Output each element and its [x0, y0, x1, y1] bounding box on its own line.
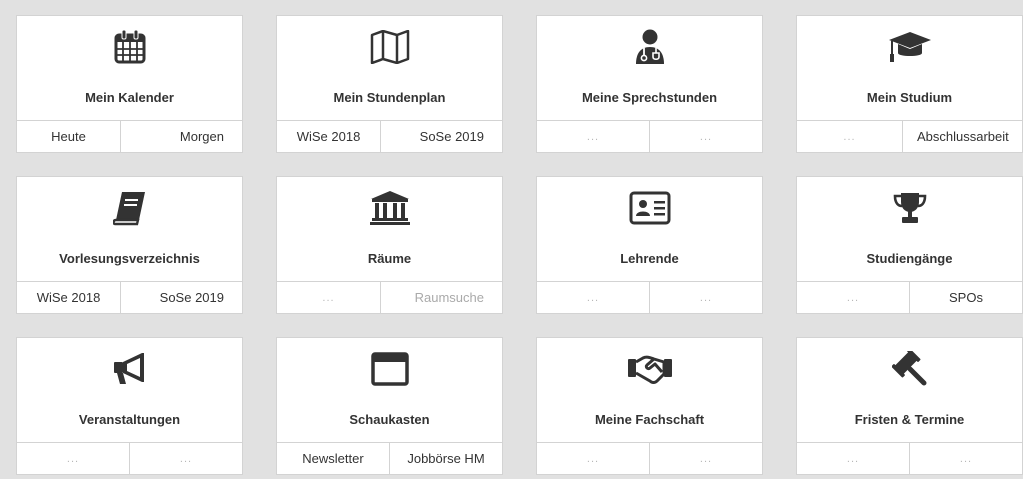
tile-vorlesungsverzeichnis: Vorlesungsverzeichnis WiSe 2018 SoSe 201…: [16, 176, 243, 314]
tile-title: Räume: [367, 251, 412, 266]
tile-lehrende-header[interactable]: Lehrende: [537, 177, 762, 282]
tile-raeume: Räume ... Raumsuche: [276, 176, 503, 314]
tile-links: ... Raumsuche: [277, 282, 502, 313]
tile-title: Mein Stundenplan: [333, 90, 446, 105]
link-wise-2018[interactable]: WiSe 2018: [277, 121, 381, 152]
tile-links: ... ...: [537, 121, 762, 152]
calendar-icon: [113, 28, 147, 66]
tile-mein-stundenplan-header[interactable]: Mein Stundenplan: [277, 16, 502, 121]
tile-grid: Mein Kalender Heute Morgen Mein Stundenp…: [16, 15, 1023, 475]
tile-studiengaenge: Studiengänge ... SPOs: [796, 176, 1023, 314]
link-abschlussarbeit[interactable]: Abschlussarbeit: [903, 121, 1022, 152]
gavel-icon: [891, 350, 928, 388]
link-placeholder[interactable]: ...: [797, 282, 910, 313]
link-placeholder[interactable]: ...: [650, 443, 762, 474]
tile-title: Fristen & Termine: [854, 412, 965, 427]
tile-title: Studiengänge: [866, 251, 953, 266]
megaphone-icon: [112, 350, 148, 388]
tile-title: Mein Kalender: [85, 90, 174, 105]
dashboard-viewport: Mein Kalender Heute Morgen Mein Stundenp…: [8, 6, 1023, 479]
book-icon: [112, 189, 147, 227]
tile-links: ... ...: [797, 443, 1022, 474]
link-placeholder[interactable]: ...: [797, 443, 910, 474]
doctor-icon: [635, 28, 665, 66]
link-morgen[interactable]: Morgen: [121, 121, 242, 152]
tile-title: Vorlesungsverzeichnis: [59, 251, 200, 266]
link-placeholder[interactable]: ...: [910, 443, 1022, 474]
id-card-icon: [629, 189, 671, 227]
tile-veranstaltungen-header[interactable]: Veranstaltungen: [17, 338, 242, 443]
tile-studiengaenge-header[interactable]: Studiengänge: [797, 177, 1022, 282]
tile-title: Lehrende: [620, 251, 679, 266]
tile-mein-studium: Mein Studium ... Abschlussarbeit: [796, 15, 1023, 153]
tile-fristen-termine-header[interactable]: Fristen & Termine: [797, 338, 1022, 443]
link-placeholder[interactable]: ...: [17, 443, 130, 474]
trophy-icon: [891, 189, 929, 227]
link-placeholder[interactable]: ...: [537, 121, 650, 152]
map-icon: [370, 28, 410, 66]
link-placeholder[interactable]: ...: [537, 443, 650, 474]
link-placeholder[interactable]: ...: [650, 121, 762, 152]
link-placeholder[interactable]: ...: [537, 282, 650, 313]
tile-schaukasten: Schaukasten Newsletter Jobbörse HM: [276, 337, 503, 475]
tile-meine-sprechstunden: Meine Sprechstunden ... ...: [536, 15, 763, 153]
link-raumsuche[interactable]: Raumsuche: [381, 282, 502, 313]
tile-meine-fachschaft: Meine Fachschaft ... ...: [536, 337, 763, 475]
tile-meine-fachschaft-header[interactable]: Meine Fachschaft: [537, 338, 762, 443]
graduation-cap-icon: [888, 28, 932, 66]
link-jobboerse-hm[interactable]: Jobbörse HM: [390, 443, 502, 474]
tile-links: ... ...: [17, 443, 242, 474]
tile-meine-sprechstunden-header[interactable]: Meine Sprechstunden: [537, 16, 762, 121]
tile-links: Newsletter Jobbörse HM: [277, 443, 502, 474]
tile-links: ... ...: [537, 443, 762, 474]
link-newsletter[interactable]: Newsletter: [277, 443, 390, 474]
tile-fristen-termine: Fristen & Termine ... ...: [796, 337, 1023, 475]
tile-title: Veranstaltungen: [78, 412, 181, 427]
tile-links: ... Abschlussarbeit: [797, 121, 1022, 152]
link-sose-2019[interactable]: SoSe 2019: [121, 282, 242, 313]
tile-raeume-header[interactable]: Räume: [277, 177, 502, 282]
link-spos[interactable]: SPOs: [910, 282, 1022, 313]
tile-mein-stundenplan: Mein Stundenplan WiSe 2018 SoSe 2019: [276, 15, 503, 153]
tile-vorlesungsverzeichnis-header[interactable]: Vorlesungsverzeichnis: [17, 177, 242, 282]
window-icon: [370, 350, 409, 388]
link-placeholder[interactable]: ...: [797, 121, 903, 152]
tile-title: Schaukasten: [349, 412, 430, 427]
tile-schaukasten-header[interactable]: Schaukasten: [277, 338, 502, 443]
link-placeholder[interactable]: ...: [130, 443, 242, 474]
link-placeholder[interactable]: ...: [277, 282, 381, 313]
tile-title: Meine Fachschaft: [594, 412, 705, 427]
tile-title: Meine Sprechstunden: [581, 90, 718, 105]
tile-lehrende: Lehrende ... ...: [536, 176, 763, 314]
tile-links: ... ...: [537, 282, 762, 313]
link-sose-2019[interactable]: SoSe 2019: [381, 121, 502, 152]
link-wise-2018[interactable]: WiSe 2018: [17, 282, 121, 313]
link-heute[interactable]: Heute: [17, 121, 121, 152]
tile-links: ... SPOs: [797, 282, 1022, 313]
tile-links: Heute Morgen: [17, 121, 242, 152]
university-building-icon: [369, 189, 410, 227]
tile-title: Mein Studium: [866, 90, 953, 105]
handshake-icon: [627, 350, 673, 388]
tile-links: WiSe 2018 SoSe 2019: [277, 121, 502, 152]
tile-mein-studium-header[interactable]: Mein Studium: [797, 16, 1022, 121]
tile-mein-kalender: Mein Kalender Heute Morgen: [16, 15, 243, 153]
link-placeholder[interactable]: ...: [650, 282, 762, 313]
tile-links: WiSe 2018 SoSe 2019: [17, 282, 242, 313]
tile-mein-kalender-header[interactable]: Mein Kalender: [17, 16, 242, 121]
tile-veranstaltungen: Veranstaltungen ... ...: [16, 337, 243, 475]
